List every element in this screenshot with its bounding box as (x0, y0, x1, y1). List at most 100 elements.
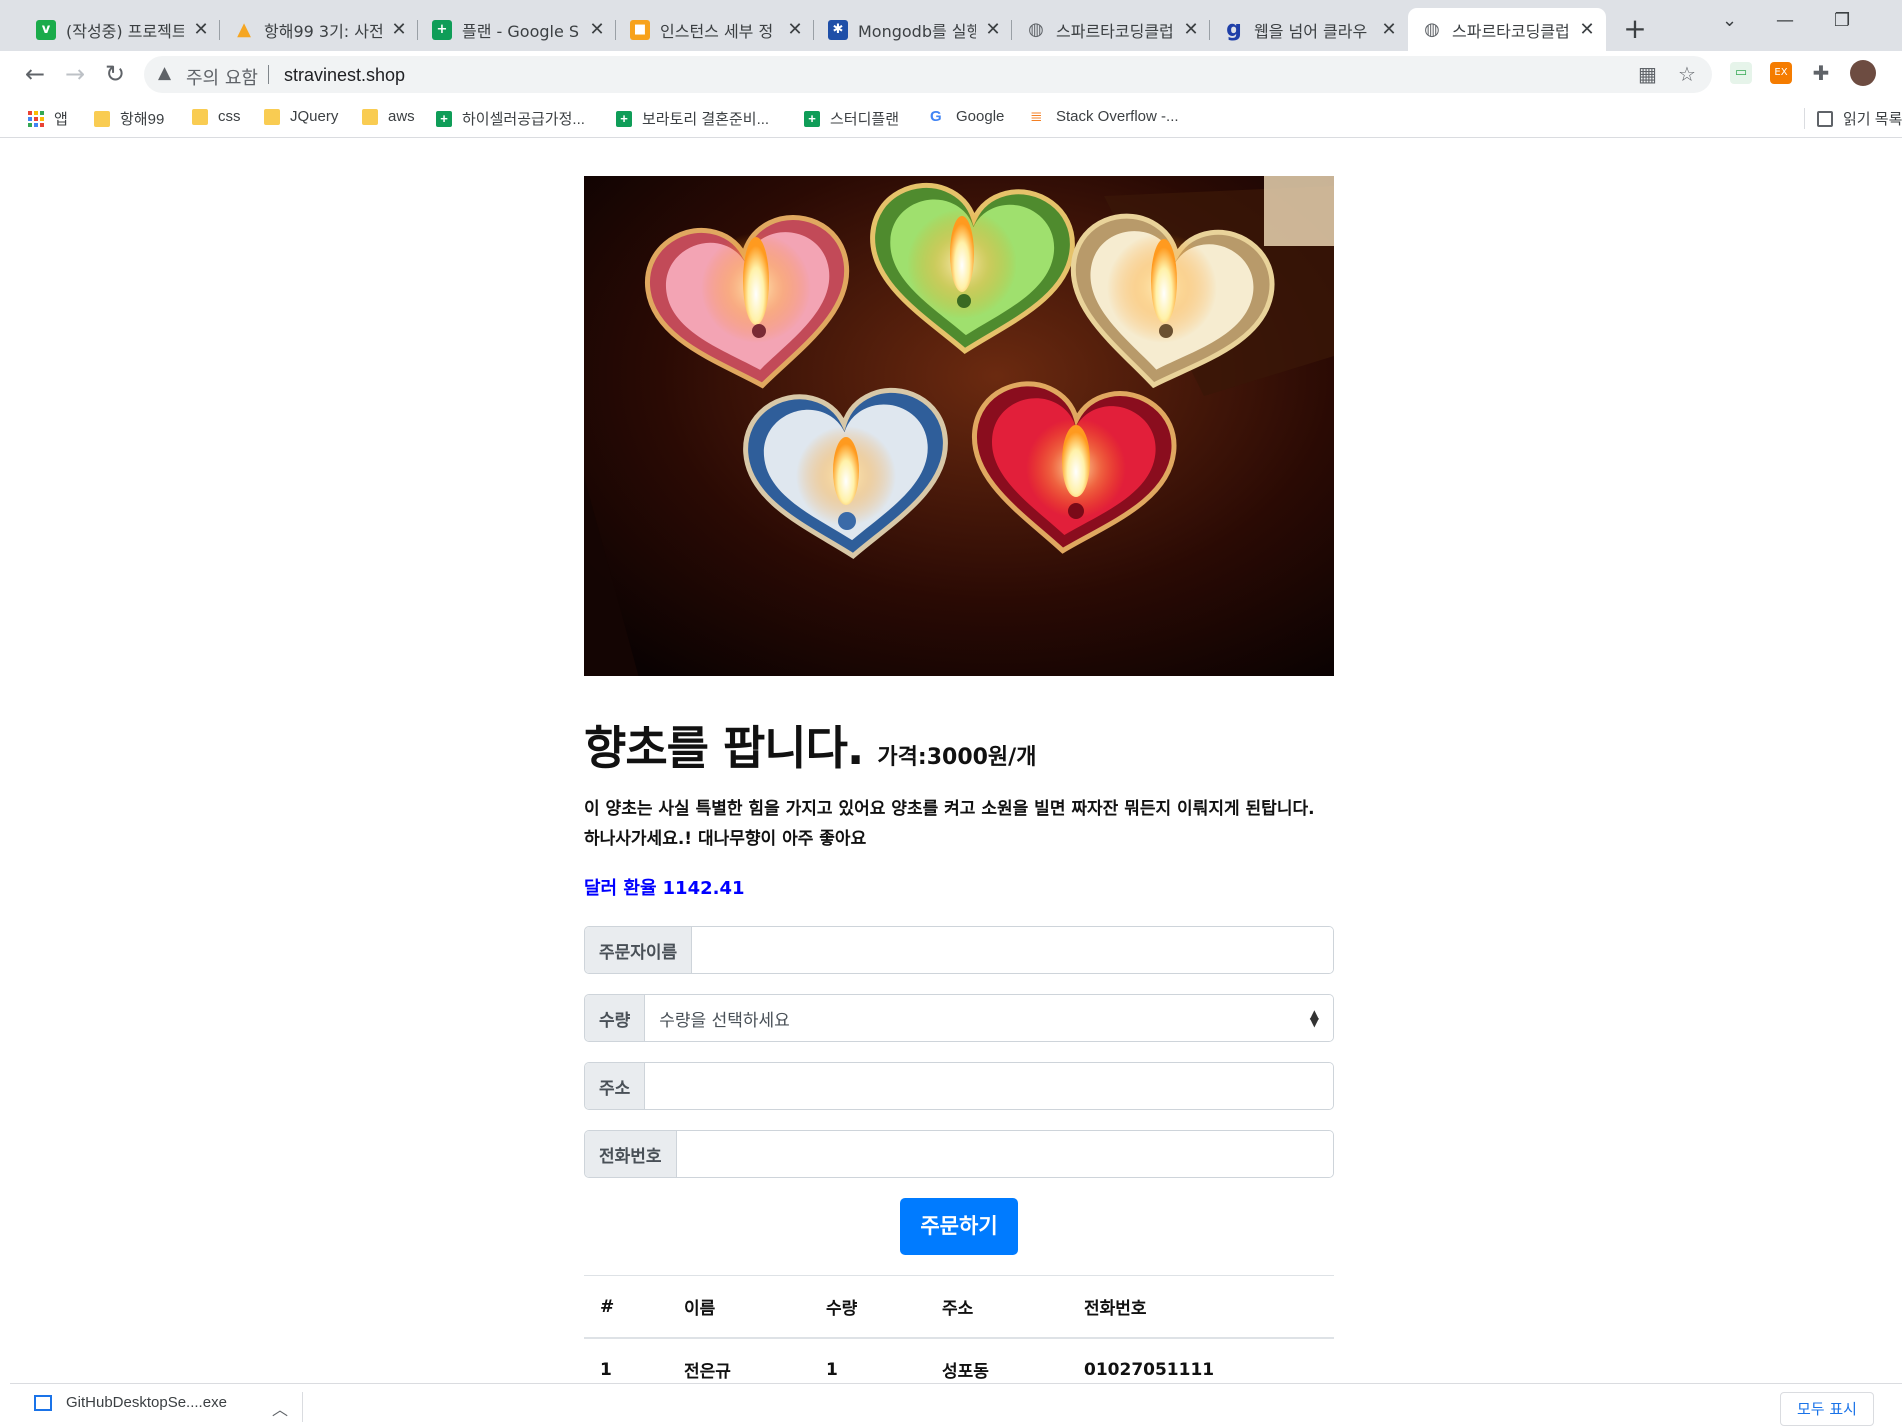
tab-7[interactable]: g 웹을 넘어 클라우 ✕ (1210, 8, 1408, 51)
tab-title: 스파르타코딩클럽 (1452, 21, 1570, 41)
tab-title: 웹을 넘어 클라우 (1254, 21, 1368, 41)
tab-5[interactable]: ✱ Mongodb를 실행 ✕ (814, 8, 1012, 51)
hero-image-candles (584, 176, 1334, 676)
g-dot-icon: g (1226, 17, 1242, 42)
download-item[interactable]: GitHubDesktopSe....exe (34, 1394, 227, 1411)
close-icon[interactable]: ✕ (192, 19, 210, 40)
bookmark-sheet-2[interactable]: + 보라토리 결혼준비... (616, 108, 769, 129)
show-all-button[interactable]: 모두 표시 (1780, 1392, 1874, 1426)
tab-title: 스파르타코딩클럽 (1056, 21, 1174, 41)
tab-4[interactable]: ■ 인스턴스 세부 정 ✕ (616, 8, 814, 51)
google-icon: G (930, 107, 942, 125)
bookmark-reading-list[interactable]: 읽기 목록 (1804, 108, 1902, 129)
table-header: # (584, 1275, 668, 1339)
table-cell: 01027051111 (1068, 1337, 1334, 1383)
bookmark-label: 앱 (54, 111, 68, 128)
sheets-icon: + (436, 110, 452, 127)
tab-6[interactable]: ◍ 스파르타코딩클럽 ✕ (1012, 8, 1210, 51)
address-field[interactable] (645, 1063, 1333, 1109)
bookmark-label: 읽기 목록 (1843, 111, 1902, 128)
close-icon[interactable]: ✕ (390, 19, 408, 40)
tab-active[interactable]: ◍ 스파르타코딩클럽 ✕ (1408, 8, 1606, 51)
forward-icon[interactable]: → (60, 59, 90, 89)
bookmark-folder-hanghae[interactable]: 항해99 (94, 108, 164, 129)
name-field[interactable] (692, 927, 1333, 973)
tab-1[interactable]: v (작성중) 프로젝트 ✕ (22, 8, 220, 51)
network-icon: ✱ (828, 19, 848, 40)
address-bar[interactable]: ▲ 주의 요함 stravinest.shop ▦ ☆ (144, 56, 1712, 93)
reading-list-icon (1817, 110, 1833, 127)
security-label[interactable]: 주의 요함 (186, 64, 258, 90)
bookmark-apps[interactable]: 앱 (28, 108, 68, 129)
address-label: 주소 (585, 1063, 646, 1109)
close-icon[interactable]: ✕ (786, 19, 804, 40)
tab-title: 플랜 - Google Sh (462, 21, 580, 41)
bookmark-label: 하이셀러공급가정... (462, 111, 585, 128)
folder-icon (264, 108, 280, 125)
bookmark-label: 보라토리 결혼준비... (642, 111, 770, 128)
folder-icon (94, 110, 110, 127)
tab-3[interactable]: + 플랜 - Google Sh ✕ (418, 8, 616, 51)
extension-icon[interactable]: ▭ (1730, 62, 1752, 84)
globe-icon: ◍ (1028, 19, 1044, 40)
bookmark-label: Stack Overflow -... (1056, 108, 1179, 125)
qr-code-icon[interactable]: ▦ (1638, 62, 1657, 86)
apps-grid-icon (28, 110, 44, 127)
new-tab-button[interactable]: + (1620, 12, 1650, 45)
bookmark-sheet-3[interactable]: + 스터디플랜 (804, 108, 899, 129)
name-label: 주문자이름 (585, 927, 693, 973)
close-icon[interactable]: ✕ (984, 19, 1002, 40)
rate-label: 달러 환율 (584, 878, 657, 899)
quantity-select[interactable]: 수량을 선택하세요 ▲ ▼ (645, 995, 1333, 1041)
notion-triangle-icon: ▲ (237, 19, 251, 40)
phone-label: 전화번호 (585, 1131, 677, 1177)
order-button[interactable]: 주문하기 (900, 1198, 1018, 1255)
folder-icon (192, 108, 208, 125)
warning-icon[interactable]: ▲ (158, 63, 171, 83)
bookmark-google[interactable]: G Google (930, 108, 1004, 125)
close-icon[interactable]: ✕ (588, 19, 606, 40)
close-icon[interactable]: ✕ (1380, 19, 1398, 40)
phone-field[interactable] (676, 1131, 1333, 1177)
bookmarks-bar: 앱 항해99 css JQuery aws + 하이셀러공급가정... + 보라… (0, 98, 1902, 138)
rate-value: 1142.41 (662, 878, 745, 899)
bookmark-stackoverflow[interactable]: ≣ Stack Overflow -... (1030, 108, 1179, 125)
table-header: 전화번호 (1068, 1275, 1334, 1339)
globe-icon: ◍ (1424, 19, 1440, 40)
puzzle-icon[interactable]: ✚ (1810, 62, 1832, 84)
stackoverflow-icon: ≣ (1030, 107, 1043, 125)
address-divider (268, 65, 269, 84)
back-icon[interactable]: ← (20, 59, 50, 89)
bookmark-folder-aws[interactable]: aws (362, 108, 415, 125)
tab-strip: v (작성중) 프로젝트 ✕ ▲ 항해99 3기: 사전 ✕ + 플랜 - Go… (0, 0, 1902, 51)
close-icon[interactable]: ✕ (1182, 19, 1200, 40)
bookmark-sheet-1[interactable]: + 하이셀러공급가정... (436, 108, 585, 129)
price-label: 가격:3000원/개 (877, 745, 1037, 770)
tab-2[interactable]: ▲ 항해99 3기: 사전 ✕ (220, 8, 418, 51)
close-icon[interactable]: ✕ (1578, 19, 1596, 40)
chevron-up-icon[interactable]: ︿ (272, 1396, 288, 1420)
restore-icon[interactable]: ❐ (1834, 10, 1850, 31)
tab-search-icon[interactable]: ⌄ (1722, 10, 1737, 31)
exchange-rate: 달러 환율 1142.41 (584, 874, 1334, 900)
browser-window: v (작성중) 프로젝트 ✕ ▲ 항해99 3기: 사전 ✕ + 플랜 - Go… (0, 0, 1902, 1428)
sheets-icon: + (432, 19, 452, 40)
bookmark-folder-css[interactable]: css (192, 108, 241, 125)
bookmark-folder-jquery[interactable]: JQuery (264, 108, 338, 125)
table-header: 이름 (668, 1275, 810, 1339)
address-input-group: 주소 (584, 1062, 1334, 1110)
phone-input-group: 전화번호 (584, 1130, 1334, 1178)
table-cell: 성포동 (926, 1337, 1068, 1383)
bookmark-label: Google (956, 108, 1005, 125)
folder-icon (362, 108, 378, 125)
star-icon[interactable]: ☆ (1678, 62, 1696, 86)
sheets-icon: + (804, 110, 820, 127)
reload-icon[interactable]: ↻ (100, 59, 130, 89)
ex-extension-icon[interactable]: EX (1770, 62, 1792, 84)
avatar[interactable] (1850, 60, 1876, 86)
minimize-icon[interactable]: — (1776, 10, 1794, 31)
quantity-selected-value: 수량을 선택하세요 (659, 1010, 790, 1031)
url-text[interactable]: stravinest.shop (284, 65, 405, 86)
quantity-input-group: 수량 수량을 선택하세요 ▲ ▼ (584, 994, 1334, 1042)
page-title: 향초를 팝니다. (584, 721, 864, 775)
